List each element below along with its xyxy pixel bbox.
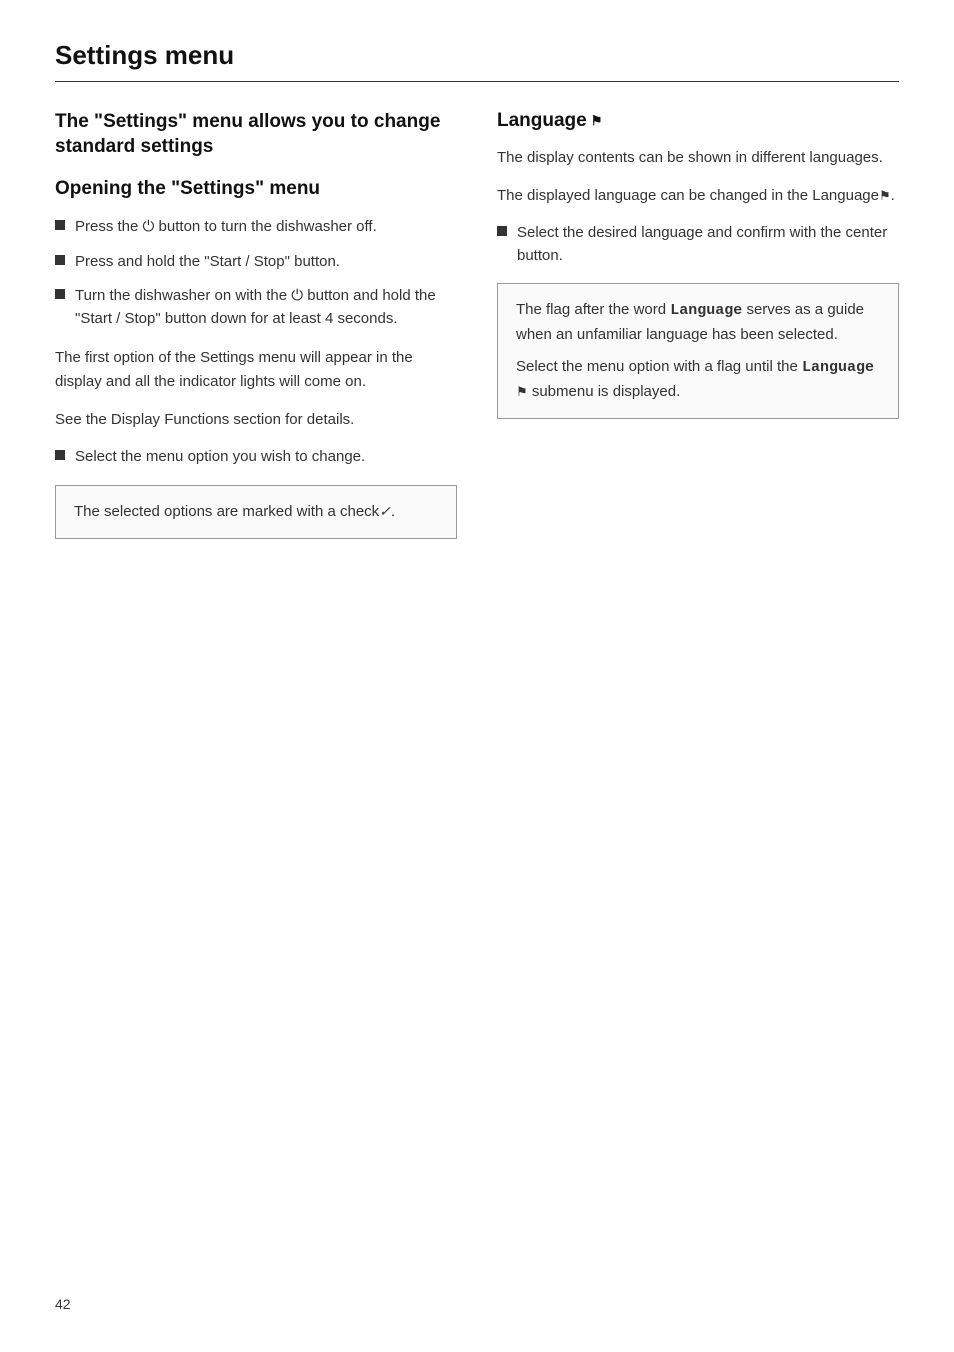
list-item: Press and hold the "Start / Stop" button… xyxy=(55,251,457,274)
language-bold-2: Language xyxy=(802,359,874,376)
right-column: Language ⚑ The display contents can be s… xyxy=(497,110,899,419)
list-item: Press the ⏻ button to turn the dishwashe… xyxy=(55,216,457,239)
bullet-list-2: Select the menu option you wish to chang… xyxy=(55,446,457,469)
bullet-icon xyxy=(55,255,65,265)
list-item: Select the menu option you wish to chang… xyxy=(55,446,457,469)
list-item: Turn the dishwasher on with the ⏻ button… xyxy=(55,285,457,330)
language-heading: Language ⚑ xyxy=(497,110,899,132)
info-box-right: The flag after the word Language serves … xyxy=(497,283,899,419)
para-2: See the Display Functions section for de… xyxy=(55,408,457,432)
flag-icon-para2: ⚑ xyxy=(879,186,891,207)
bullet-text: Turn the dishwasher on with the ⏻ button… xyxy=(75,285,457,330)
flag-icon-heading: ⚑ xyxy=(591,113,603,129)
info-box-text: The selected options are marked with a c… xyxy=(74,503,379,520)
info-line1-before: The flag after the word xyxy=(516,301,666,318)
info-box-left: The selected options are marked with a c… xyxy=(55,485,457,539)
info-line2-before: Select the menu option with a flag until… xyxy=(516,358,798,375)
bullet-icon xyxy=(55,289,65,299)
info-box-line2: Select the menu option with a flag until… xyxy=(516,355,880,404)
para2-before: The displayed language can be changed in… xyxy=(497,187,879,204)
info-box-text-after: . xyxy=(391,503,395,520)
bullet-text: Select the desired language and confirm … xyxy=(517,222,899,267)
page-title: Settings menu xyxy=(55,40,899,82)
bullet-text: Select the menu option you wish to chang… xyxy=(75,446,365,469)
right-para-1: The display contents can be shown in dif… xyxy=(497,146,899,170)
bullet-icon xyxy=(497,226,507,236)
language-bold-1: Language xyxy=(670,302,742,319)
bullet-icon xyxy=(55,450,65,460)
opening-heading: Opening the "Settings" menu xyxy=(55,177,457,202)
para-1: The first option of the Settings menu wi… xyxy=(55,346,457,394)
flag-icon-info: ⚑ xyxy=(516,382,528,403)
bullet-list-right: Select the desired language and confirm … xyxy=(497,222,899,267)
bullet-text: Press the ⏻ button to turn the dishwashe… xyxy=(75,216,377,239)
bullet-icon xyxy=(55,220,65,230)
list-item: Select the desired language and confirm … xyxy=(497,222,899,267)
left-column: The "Settings" menu allows you to change… xyxy=(55,110,457,539)
main-heading: The "Settings" menu allows you to change… xyxy=(55,110,457,159)
info-line2-after: submenu is displayed. xyxy=(532,383,680,400)
bullet-list-1: Press the ⏻ button to turn the dishwashe… xyxy=(55,216,457,330)
para2-after: . xyxy=(891,187,895,204)
page-number: 42 xyxy=(55,1296,71,1312)
language-heading-text: Language xyxy=(497,110,587,132)
right-para-2: The displayed language can be changed in… xyxy=(497,184,899,208)
bullet-text: Press and hold the "Start / Stop" button… xyxy=(75,251,340,274)
check-icon: ✓ xyxy=(379,500,391,522)
info-box-line1: The flag after the word Language serves … xyxy=(516,298,880,347)
